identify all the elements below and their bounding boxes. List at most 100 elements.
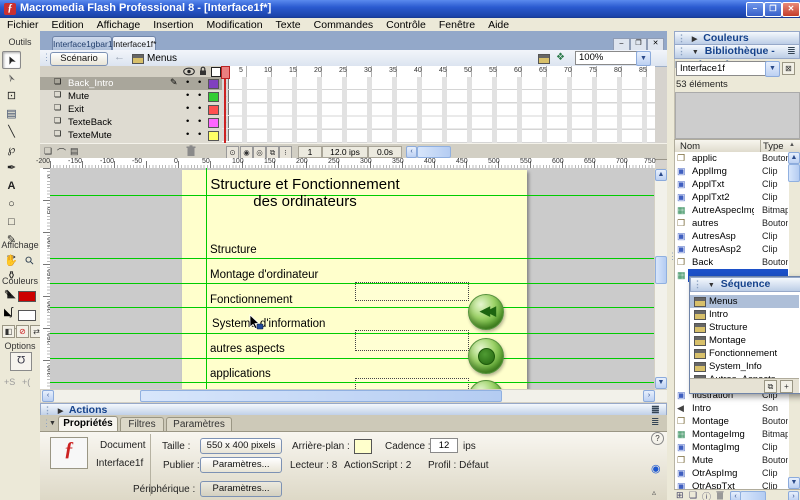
scene-system-info[interactable]: System_Info bbox=[690, 360, 799, 373]
frames-grid[interactable] bbox=[222, 77, 655, 143]
layer-lock-dot[interactable]: • bbox=[198, 77, 201, 88]
layer-visible-dot[interactable]: • bbox=[186, 90, 189, 101]
library-panel-bar[interactable]: ⋮ ▼ Bibliothèque - Interface1f ≣ bbox=[674, 44, 800, 59]
layer-outline-swatch[interactable] bbox=[208, 105, 219, 115]
text-tool[interactable]: A bbox=[2, 177, 21, 195]
menu-modification[interactable]: Modification bbox=[207, 19, 263, 31]
library-item-appltxt[interactable]: ▣ApplTxtClip bbox=[674, 178, 788, 191]
layer-row-texteback[interactable]: ❏ TexteBack • • bbox=[40, 116, 222, 130]
stage-menu-applications[interactable]: applications bbox=[210, 368, 271, 380]
scroll-left-button[interactable]: ‹ bbox=[42, 390, 54, 402]
column-header-nom[interactable]: Nom bbox=[680, 141, 700, 152]
frame-rate-value[interactable]: 12.0 ips bbox=[322, 146, 368, 158]
actions-collapsed-arrow-icon[interactable]: ▶ bbox=[58, 408, 63, 415]
stage-menu-montage[interactable]: Montage d'ordinateur bbox=[210, 269, 318, 281]
stop-button[interactable] bbox=[468, 338, 504, 374]
stage-viewport[interactable]: Structure et Fonctionnement des ordinate… bbox=[50, 168, 654, 389]
library-scroll-thumb[interactable] bbox=[788, 164, 800, 182]
library-item-montage[interactable]: ❐MontageBouton bbox=[674, 415, 788, 428]
vertical-scroll-thumb[interactable] bbox=[655, 256, 667, 284]
menu-aide[interactable]: Aide bbox=[488, 19, 509, 31]
layer-visible-dot[interactable]: • bbox=[186, 129, 189, 140]
menu-texte[interactable]: Texte bbox=[276, 19, 301, 31]
insert-folder-button[interactable]: ▤ bbox=[70, 146, 79, 157]
outline-column-icon[interactable] bbox=[211, 67, 221, 77]
library-scroll-down[interactable]: ▼ bbox=[788, 477, 800, 489]
free-transform-tool[interactable]: ⊡ bbox=[2, 87, 21, 105]
tab-interface1gbar1[interactable]: Interface1gbar1* bbox=[52, 36, 112, 51]
horizontal-guide[interactable] bbox=[50, 382, 654, 383]
layer-row-back-intro[interactable]: ❏ Back_Intro ✎ • • bbox=[40, 77, 222, 91]
scene-fonctionnement[interactable]: Fonctionnement bbox=[690, 347, 799, 360]
timeline-scroll-left[interactable]: ‹ bbox=[406, 146, 417, 158]
layer-outline-swatch[interactable] bbox=[208, 79, 219, 89]
library-item-autres[interactable]: ❐autresBouton bbox=[674, 217, 788, 230]
timeline-scroll-thumb[interactable] bbox=[417, 146, 451, 158]
layer-visible-dot[interactable]: • bbox=[186, 77, 189, 88]
layer-row-textemute[interactable]: ❏ TexteMute • • bbox=[40, 129, 222, 144]
device-settings-button[interactable]: Paramètres... bbox=[200, 481, 282, 497]
background-color-swatch[interactable] bbox=[354, 439, 372, 454]
edit-document-icon[interactable]: ◉ bbox=[651, 462, 661, 475]
delete-item-button[interactable] bbox=[716, 490, 724, 500]
smooth-option[interactable]: +S bbox=[4, 377, 15, 387]
edit-symbol-button[interactable]: ❖ bbox=[556, 52, 565, 63]
layer-outline-swatch[interactable] bbox=[208, 118, 219, 128]
black-white-button[interactable]: ◧ bbox=[2, 325, 15, 338]
layer-lock-dot[interactable]: • bbox=[198, 90, 201, 101]
menu-controle[interactable]: Contrôle bbox=[386, 19, 426, 31]
sort-order-icon[interactable]: ▲ bbox=[789, 142, 795, 148]
layer-row-mute[interactable]: ❏ Mute • • bbox=[40, 90, 222, 104]
scene-structure[interactable]: Structure bbox=[690, 321, 799, 334]
help-icon[interactable]: ? bbox=[651, 432, 664, 445]
symbol-properties-button[interactable]: ⓘ bbox=[702, 490, 711, 500]
edit-scene-button[interactable] bbox=[538, 54, 550, 64]
size-button[interactable]: 550 x 400 pixels bbox=[200, 438, 282, 454]
dynamic-text-box[interactable] bbox=[355, 282, 469, 301]
zoom-dropdown-button[interactable]: ▼ bbox=[636, 51, 651, 66]
tab-parametres[interactable]: Paramètres bbox=[166, 417, 232, 432]
fill-color-swatch[interactable] bbox=[18, 310, 36, 321]
tab-interface1f[interactable]: Interface1f* bbox=[112, 36, 156, 51]
zoom-level-field[interactable]: 100% bbox=[575, 51, 638, 65]
horizontal-guide[interactable] bbox=[50, 333, 654, 334]
snap-magnet-button[interactable]: Ω bbox=[10, 352, 32, 371]
layer-outline-swatch[interactable] bbox=[208, 92, 219, 102]
tab-proprietes[interactable]: Propriétés bbox=[58, 416, 118, 432]
tab-filtres[interactable]: Filtres bbox=[120, 417, 164, 432]
dynamic-text-box[interactable] bbox=[355, 378, 469, 389]
oval-tool[interactable]: ○ bbox=[2, 195, 21, 213]
rectangle-tool[interactable]: □ bbox=[2, 213, 21, 231]
sequence-panel-header[interactable]: ⋮ ▼ Séquence bbox=[690, 277, 800, 292]
rewind-button[interactable]: ◀◀ bbox=[468, 294, 504, 330]
library-item-montagimg[interactable]: ▣MontagImgClip bbox=[674, 441, 788, 454]
library-item-intro[interactable]: ◀IntroSon bbox=[674, 402, 788, 415]
library-panel-menu-icon[interactable]: ≣ bbox=[787, 45, 796, 57]
library-document-select[interactable]: Interface1f bbox=[676, 61, 769, 76]
stage-menu-fonctionnement[interactable]: Fonctionnement bbox=[210, 294, 292, 306]
library-item-otraspimg[interactable]: ▣OtrAspImgClip bbox=[674, 467, 788, 480]
stage-menu-structure[interactable]: Structure bbox=[210, 244, 257, 256]
library-hscroll-right[interactable]: › bbox=[788, 491, 799, 500]
column-divider[interactable] bbox=[760, 140, 761, 152]
menu-affichage[interactable]: Affichage bbox=[97, 19, 141, 31]
horizontal-guide[interactable] bbox=[50, 283, 654, 284]
line-tool[interactable]: ╲ bbox=[2, 123, 21, 141]
couleurs-collapsed-arrow-icon[interactable]: ▶ bbox=[692, 36, 697, 43]
layer-lock-dot[interactable]: • bbox=[198, 129, 201, 140]
layer-visible-dot[interactable]: • bbox=[186, 116, 189, 127]
back-arrow-button[interactable]: ← bbox=[114, 51, 125, 63]
library-item-back[interactable]: ❐BackBouton bbox=[674, 256, 788, 269]
library-scroll-up[interactable]: ▲ bbox=[788, 152, 800, 164]
horizontal-guide[interactable] bbox=[50, 258, 654, 259]
collapse-properties-icon[interactable]: ▵ bbox=[652, 488, 656, 497]
scroll-right-button[interactable]: › bbox=[643, 390, 655, 402]
library-item-montageimg[interactable]: ▦MontageImgBitmap bbox=[674, 428, 788, 441]
zoom-tool[interactable]: ⚲ bbox=[21, 252, 40, 270]
scene-menus[interactable]: Menus bbox=[690, 295, 799, 308]
library-item-applic[interactable]: ❐applicBouton bbox=[674, 152, 788, 165]
menu-fichier[interactable]: Fichier bbox=[7, 19, 39, 31]
library-item-applimg[interactable]: ▣ApplImgClip bbox=[674, 165, 788, 178]
library-expanded-arrow-icon[interactable]: ▼ bbox=[692, 49, 699, 56]
scroll-up-button[interactable]: ▲ bbox=[655, 169, 667, 181]
